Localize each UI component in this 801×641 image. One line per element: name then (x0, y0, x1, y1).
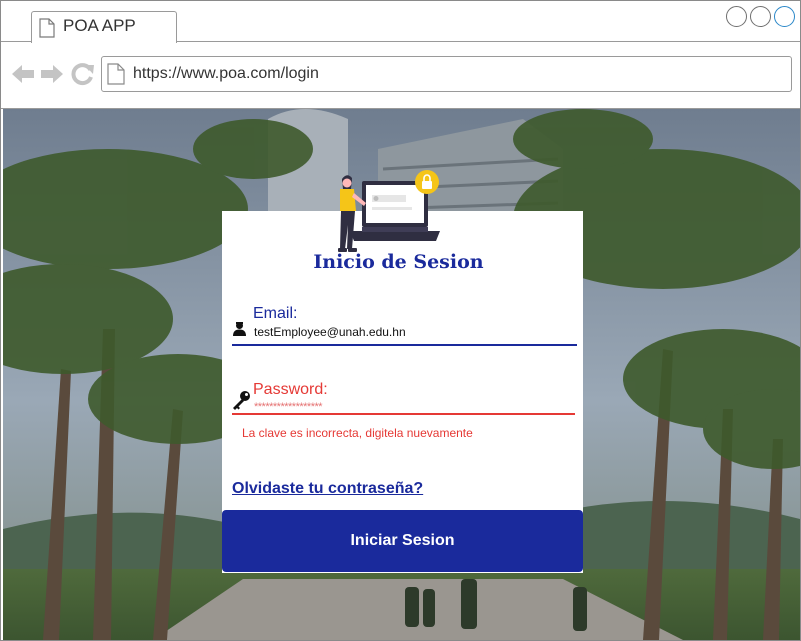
user-icon (232, 321, 247, 342)
page-title: Inicio de Sesion (313, 251, 484, 273)
forward-arrow-icon[interactable] (40, 63, 64, 90)
login-button[interactable]: Iniciar Sesion (222, 510, 583, 572)
forgot-password-link[interactable]: Olvidaste tu contraseña? (232, 480, 423, 498)
password-label: Password: (253, 381, 328, 398)
browser-tab[interactable]: POA APP (31, 11, 177, 43)
document-icon (39, 18, 55, 43)
password-underline (232, 413, 575, 415)
tab-title: POA APP (63, 16, 136, 35)
browser-window: POA APP https://www.poa.com/login Inicio… (0, 0, 801, 641)
url-text: https://www.poa.com/login (133, 65, 319, 82)
page-document-icon (107, 63, 125, 90)
reload-icon[interactable] (71, 62, 95, 91)
login-illustration-icon (328, 169, 444, 253)
password-field[interactable]: ****************** (254, 401, 323, 413)
email-label: Email: (253, 305, 298, 322)
close-button[interactable] (774, 6, 795, 27)
email-field[interactable]: testEmployee@unah.edu.hn (254, 325, 406, 339)
minimize-button[interactable] (726, 6, 747, 27)
address-bar[interactable]: https://www.poa.com/login (101, 56, 792, 92)
password-error-message: La clave es incorrecta, digitela nuevame… (242, 426, 473, 440)
email-underline (232, 344, 577, 346)
back-arrow-icon[interactable] (11, 63, 35, 90)
maximize-button[interactable] (750, 6, 771, 27)
